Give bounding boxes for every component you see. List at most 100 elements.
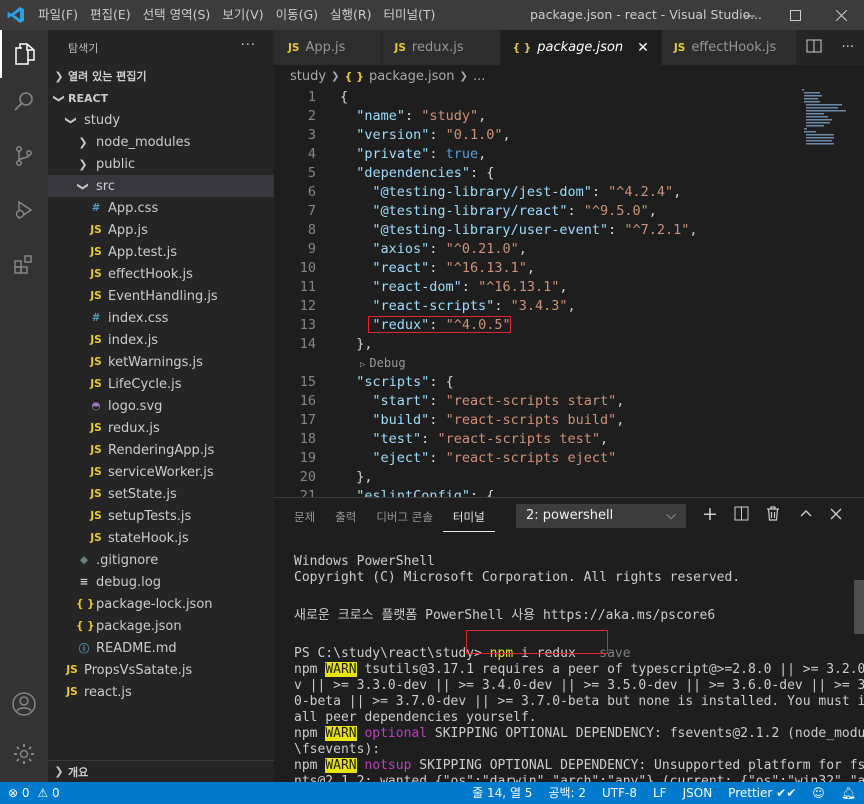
outline-section[interactable]: ❯ 개요	[48, 760, 274, 782]
command-highlight	[466, 630, 608, 654]
notifications-icon[interactable]: 🔔︎	[833, 782, 864, 804]
file-item[interactable]: ◓ logo.svg	[48, 395, 274, 417]
close-icon[interactable]: ✕	[637, 40, 649, 56]
file-item[interactable]: JS stateHook.js	[48, 527, 274, 549]
file-item[interactable]: JS PropsVsSatate.js	[48, 659, 274, 681]
file-item[interactable]: { } package-lock.json	[48, 593, 274, 615]
menu-item[interactable]: 실행(R)	[324, 0, 377, 30]
workspace-root[interactable]: ❯ REACT	[48, 87, 274, 109]
file-item[interactable]: ◆ .gitignore	[48, 549, 274, 571]
settings-icon[interactable]	[0, 730, 48, 778]
close-icon[interactable]	[359, 40, 369, 56]
new-terminal-icon[interactable]: +	[702, 503, 718, 525]
file-item[interactable]: JS App.test.js	[48, 241, 274, 263]
terminal-line: npm WARN optional SKIPPING OPTIONAL DEPE…	[294, 726, 864, 742]
terminal-select[interactable]: 2: powershell ⌵	[516, 504, 686, 528]
folder-item[interactable]: ❯ src	[48, 175, 274, 197]
encoding[interactable]: UTF-8	[594, 782, 645, 804]
debug-codelens[interactable]: ▷ Debug	[360, 354, 406, 373]
file-item[interactable]: JS LifeCycle.js	[48, 373, 274, 395]
problems-indicator[interactable]: ⊗ 0 ⚠ 0	[0, 782, 68, 804]
line-content: "axios": "^0.21.0",	[340, 240, 526, 259]
maximize-button[interactable]	[772, 0, 818, 30]
file-item[interactable]: JS setState.js	[48, 483, 274, 505]
extensions-icon[interactable]	[0, 240, 48, 288]
feedback-icon[interactable]: ☺	[804, 782, 833, 804]
token: : {	[429, 374, 454, 390]
panel-tab[interactable]: 문제	[274, 498, 325, 536]
file-item[interactable]: JS effectHook.js	[48, 263, 274, 285]
more-tab-actions-icon[interactable]: ···	[832, 40, 864, 55]
tab-effecthook-js[interactable]: JS effectHook.js	[661, 30, 814, 65]
token: "eject"	[372, 450, 430, 466]
terminal-line: v || >= 3.3.0-dev || >= 3.4.0-dev || >= …	[294, 678, 864, 694]
menu-item[interactable]: 편집(E)	[84, 0, 137, 30]
chevron-down-icon: ❯	[64, 115, 78, 125]
run-debug-icon[interactable]	[0, 186, 48, 234]
tab-app-js[interactable]: JS App.js	[274, 30, 383, 65]
language-mode[interactable]: JSON	[675, 782, 721, 804]
file-item[interactable]: JS index.js	[48, 329, 274, 351]
menu-item[interactable]: 파일(F)	[32, 0, 84, 30]
file-item[interactable]: JS App.js	[48, 219, 274, 241]
maximize-panel-icon[interactable]	[800, 506, 812, 524]
menu-item[interactable]: 선택 영역(S)	[137, 0, 217, 30]
open-editors-section[interactable]: ❯ 열려 있는 편집기	[48, 65, 274, 87]
cursor-position[interactable]: 줄 14, 열 5	[464, 782, 540, 804]
file-item[interactable]: JS react.js	[48, 681, 274, 703]
file-item[interactable]: JS setupTests.js	[48, 505, 274, 527]
breadcrumb-file[interactable]: package.json	[369, 69, 455, 84]
breadcrumb-folder[interactable]: study	[290, 69, 326, 84]
account-icon[interactable]	[0, 680, 48, 728]
split-editor-icon[interactable]	[796, 38, 832, 58]
indentation[interactable]: 공백: 2	[540, 782, 594, 804]
panel-tab[interactable]: 터미널	[442, 502, 495, 532]
terminal-scrollbar[interactable]	[854, 580, 864, 634]
line-content: },	[340, 468, 372, 487]
file-item[interactable]: JS EventHandling.js	[48, 285, 274, 307]
file-item[interactable]: JS redux.js	[48, 417, 274, 439]
tree-item-label: App.test.js	[108, 244, 178, 260]
token: "0.1.0"	[445, 127, 503, 143]
menu-item[interactable]: 이동(G)	[270, 0, 324, 30]
line-number: 8	[307, 222, 316, 238]
menu-item[interactable]: 보기(V)	[216, 0, 269, 30]
minimize-button[interactable]	[726, 0, 772, 30]
code-editor[interactable]: 1{2 "name": "study", 3 "version": "0.1.0", 4…	[274, 87, 864, 497]
end-of-line[interactable]: LF	[645, 782, 675, 804]
tab-package-json[interactable]: { } package.json ✕	[500, 30, 662, 65]
trash-icon[interactable]	[766, 506, 780, 525]
file-item[interactable]: ≡ debug.log	[48, 571, 274, 593]
search-icon[interactable]	[0, 78, 48, 126]
file-item[interactable]: { } package.json	[48, 615, 274, 637]
close-icon[interactable]	[478, 40, 488, 56]
terminal-output[interactable]: Windows PowerShell Copyright (C) Microsof…	[294, 554, 864, 790]
file-item[interactable]: JS serviceWorker.js	[48, 461, 274, 483]
file-item[interactable]: JS ketWarnings.js	[48, 351, 274, 373]
menu-item[interactable]: 터미널(T)	[378, 0, 442, 30]
files-icon[interactable]	[0, 30, 48, 78]
folder-item[interactable]: ❯ study	[48, 109, 274, 131]
token: :	[429, 412, 446, 428]
file-item[interactable]: # index.css	[48, 307, 274, 329]
split-terminal-icon[interactable]	[734, 506, 749, 525]
close-window-button[interactable]	[818, 0, 864, 30]
tree-item-label: App.js	[108, 222, 148, 238]
tree-item-label: node_modules	[96, 134, 191, 150]
prettier-status[interactable]: Prettier ✔✔	[720, 782, 804, 804]
file-item[interactable]: # App.css	[48, 197, 274, 219]
panel-tab[interactable]: 디버그 콘솔	[366, 498, 443, 536]
close-panel-icon[interactable]	[830, 506, 842, 524]
source-control-icon[interactable]	[0, 132, 48, 180]
panel-tab[interactable]: 출력	[325, 498, 366, 536]
code-line: 1{	[274, 88, 864, 107]
token: ,	[600, 431, 609, 447]
js-file-icon: JS	[673, 41, 686, 54]
file-item[interactable]: JS RenderingApp.js	[48, 439, 274, 461]
breadcrumb-more[interactable]: ...	[473, 69, 485, 84]
folder-item[interactable]: ❯ node_modules	[48, 131, 274, 153]
tab-redux-js[interactable]: JS redux.js	[382, 30, 501, 65]
file-item[interactable]: ⓘ README.md	[48, 637, 274, 659]
folder-item[interactable]: ❯ public	[48, 153, 274, 175]
more-actions-icon[interactable]: ···	[241, 38, 256, 53]
